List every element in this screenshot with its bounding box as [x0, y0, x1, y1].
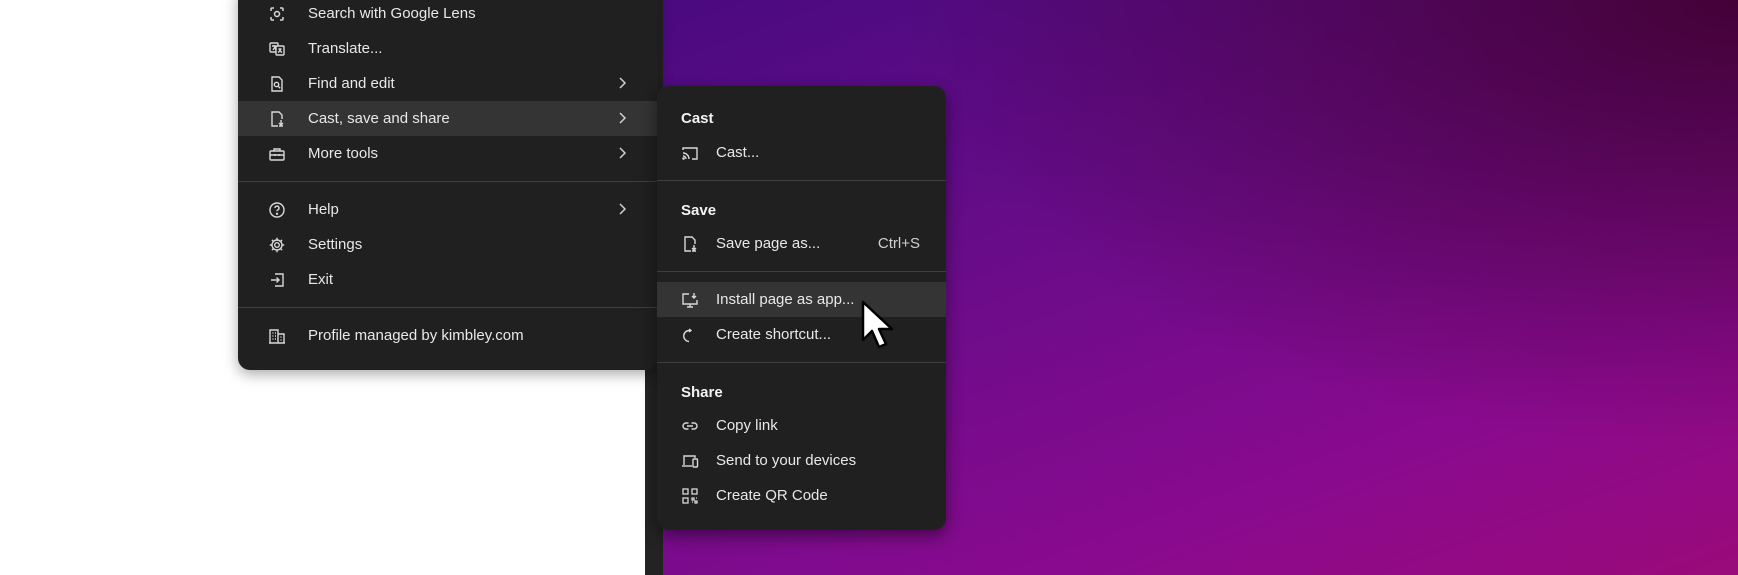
menu-divider [657, 271, 946, 272]
menu-item-label: Create QR Code [716, 487, 828, 504]
menu-item-send-to-devices[interactable]: Send to your devices [657, 443, 946, 478]
gear-icon [268, 236, 286, 254]
menu-item-cast-save-share[interactable]: Cast, save and share [238, 101, 658, 136]
menu-item-label: More tools [308, 145, 379, 162]
menu-item-label: Copy link [716, 417, 778, 434]
menu-item-help[interactable]: Help [238, 192, 658, 227]
chevron-right-icon [619, 147, 627, 159]
qr-code-icon [681, 487, 699, 505]
menu-item-create-qr-code[interactable]: Create QR Code [657, 478, 946, 513]
google-lens-icon [268, 5, 286, 23]
install-app-icon [681, 291, 699, 309]
menu-divider [657, 362, 946, 363]
menu-item-copy-link[interactable]: Copy link [657, 408, 946, 443]
section-header-cast: Cast [681, 110, 714, 127]
menu-item-create-shortcut[interactable]: Create shortcut... [657, 317, 946, 352]
menu-divider [657, 180, 946, 181]
menu-item-google-lens[interactable]: Search with Google Lens [238, 0, 658, 31]
menu-item-install-page-as-app[interactable]: Install page as app... [657, 282, 946, 317]
menu-item-save-page-as[interactable]: Save page as... Ctrl+S [657, 226, 946, 261]
menu-item-label: Search with Google Lens [308, 5, 476, 22]
menu-item-exit[interactable]: Exit [238, 262, 658, 297]
menu-divider [238, 181, 658, 182]
building-icon [268, 327, 286, 345]
menu-item-more-tools[interactable]: More tools [238, 136, 658, 171]
menu-item-label: Exit [308, 271, 334, 288]
menu-divider [238, 307, 658, 308]
menu-item-label: Install page as app... [716, 291, 855, 308]
cast-save-share-submenu: Cast Cast... Save Save page as... Ctrl+S [657, 86, 946, 530]
file-download-icon [268, 110, 286, 128]
mouse-cursor-icon [861, 300, 894, 349]
section-header-share: Share [681, 384, 723, 401]
toolbox-icon [268, 145, 286, 163]
exit-icon [268, 271, 286, 289]
menu-item-label: Settings [308, 236, 363, 253]
keyboard-shortcut: Ctrl+S [877, 235, 920, 252]
menu-item-settings[interactable]: Settings [238, 227, 658, 262]
chevron-right-icon [619, 77, 627, 89]
menu-item-label: Create shortcut... [716, 326, 832, 343]
profile-managed-label: Profile managed by kimbley.com [308, 327, 524, 344]
shortcut-arrow-icon [681, 326, 699, 344]
translate-icon [268, 40, 286, 58]
section-header-save: Save [681, 202, 717, 219]
menu-item-label: Help [308, 201, 339, 218]
menu-item-cast[interactable]: Cast... [657, 135, 946, 170]
file-download-icon [681, 235, 699, 253]
menu-item-translate[interactable]: Translate... [238, 31, 658, 66]
find-in-page-icon [268, 75, 286, 93]
chevron-right-icon [619, 203, 627, 215]
menu-item-label: Find and edit [308, 75, 395, 92]
menu-item-label: Cast, save and share [308, 110, 450, 127]
devices-icon [681, 452, 699, 470]
cast-icon [681, 144, 699, 162]
browser-main-menu: Search with Google Lens Translate... Fin… [238, 0, 658, 370]
menu-item-label: Send to your devices [716, 452, 857, 469]
help-circle-icon [268, 201, 286, 219]
menu-item-label: Translate... [308, 40, 383, 57]
menu-item-find-and-edit[interactable]: Find and edit [238, 66, 658, 101]
chevron-right-icon [619, 112, 627, 124]
link-icon [681, 417, 699, 435]
menu-item-label: Cast... [716, 144, 760, 161]
menu-item-profile-managed[interactable]: Profile managed by kimbley.com [238, 318, 658, 353]
menu-item-label: Save page as... [716, 235, 821, 252]
